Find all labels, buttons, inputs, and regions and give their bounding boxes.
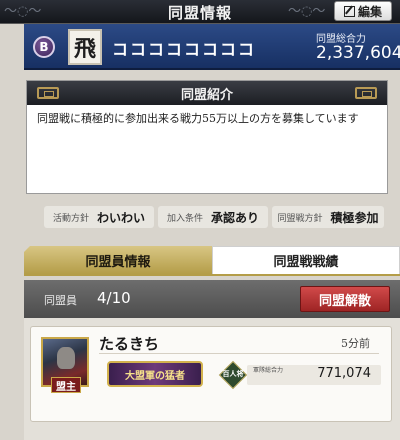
edit-button-label: 編集 <box>357 4 382 19</box>
rank-badge-label: 百人将 <box>222 369 244 378</box>
activity-policy-label: 活動方針 <box>52 213 89 224</box>
alliance-power-value: 2,337,604 <box>316 43 400 63</box>
war-policy-label: 同盟戦方針 <box>277 213 323 224</box>
alliance-emblem: 飛 <box>68 29 102 65</box>
intro-title: 同盟紹介 <box>180 88 233 103</box>
alliance-intro-panel: 同盟紹介 同盟戦に積極的に参加出来る戦力55万以上の方を募集しています <box>26 80 388 194</box>
join-condition-label: 加入条件 <box>166 213 203 224</box>
top-header: 〜◌〜 同盟情報 〜◌〜 編集 <box>0 0 400 24</box>
activity-policy-value: わいわい <box>97 210 146 225</box>
tab-member-info[interactable]: 同盟員情報 <box>24 246 212 274</box>
activity-policy-chip: 活動方針 わいわい <box>44 206 154 228</box>
title-badge: 大盟軍の猛者 <box>107 361 203 387</box>
header-ornament-right-icon: 〜◌〜 <box>288 4 326 19</box>
leader-role-badge: 盟主 <box>51 377 81 393</box>
intro-header: 同盟紹介 <box>27 81 387 105</box>
member-last-login: 5分前 <box>341 337 370 350</box>
member-power-value: 771,074 <box>317 366 371 381</box>
war-policy-value: 積極参加 <box>330 210 379 225</box>
character-portrait-icon <box>57 347 75 369</box>
member-power-label: 軍隊総合力 <box>253 367 284 374</box>
intro-text: 同盟戦に積極的に参加出来る戦力55万以上の方を募集しています <box>37 112 359 125</box>
ornament-right-icon <box>355 87 377 99</box>
alliance-banner: B 飛 ココココココココ 同盟総合力 2,337,604 <box>24 24 400 70</box>
join-condition-value: 承認あり <box>211 210 260 225</box>
member-power-box: 軍隊総合力 771,074 <box>247 365 381 385</box>
members-label: 同盟員 <box>44 294 77 307</box>
edit-button[interactable]: 編集 <box>334 1 392 21</box>
tab-war-record[interactable]: 同盟戦戦績 <box>212 246 400 274</box>
war-policy-chip: 同盟戦方針 積極参加 <box>272 206 384 228</box>
member-card[interactable]: 盟主 たるきち 5分前 大盟軍の猛者 百人将 軍隊総合力 771,074 <box>30 326 392 422</box>
divider <box>99 353 379 354</box>
tab-underline <box>24 274 400 276</box>
member-name: たるきち <box>99 335 160 353</box>
edit-icon <box>343 5 355 17</box>
join-condition-chip: 加入条件 承認あり <box>158 206 268 228</box>
alliance-name: ココココココココ <box>112 40 257 59</box>
alliance-rank-badge: B <box>33 36 55 58</box>
members-bar: 同盟員 4/10 同盟解散 <box>24 280 400 318</box>
disband-button[interactable]: 同盟解散 <box>300 286 390 312</box>
members-count: 4/10 <box>97 289 131 307</box>
